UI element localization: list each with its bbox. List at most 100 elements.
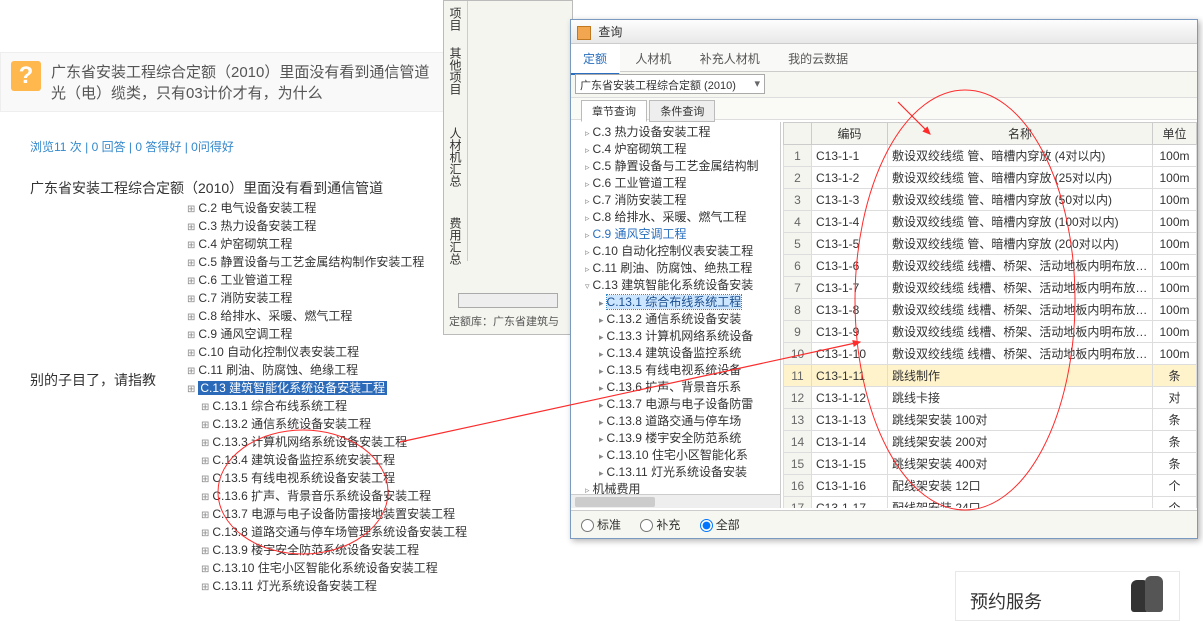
tab-cloud[interactable]: 我的云数据 (776, 44, 861, 73)
qtree-node[interactable]: C.13.4 建筑设备监控系统 (599, 345, 776, 362)
tree-child-node[interactable]: C.13.6 扩声、背景音乐系统设备安装工程 (201, 488, 467, 506)
panel-scrollbar[interactable] (458, 293, 558, 308)
tree-node[interactable]: C.11 刷油、防腐蚀、绝缘工程 (187, 362, 467, 380)
table-row[interactable]: 10C13-1-10敷设双绞线缆 线槽、桥架、活动地板内明布放 (200对以内)… (784, 343, 1197, 365)
radio-supplement[interactable]: 补充 (640, 518, 680, 532)
tree-child-node[interactable]: C.13.11 灯光系统设备安装工程 (201, 578, 467, 596)
qtree-node[interactable]: C.13 建筑智能化系统设备安装 (585, 277, 776, 294)
toolbar: 广东省安装工程综合定额 (2010) (571, 72, 1197, 98)
quota-library-label: 定额库：广东省建筑与 (449, 313, 559, 329)
vt-tab-project[interactable]: 项目 (444, 1, 467, 37)
table-row[interactable]: 4C13-1-4敷设双绞线缆 管、暗槽内穿放 (100对以内)100m (784, 211, 1197, 233)
table-row[interactable]: 6C13-1-6敷设双绞线缆 线槽、桥架、活动地板内明布放 (4对以内)100m (784, 255, 1197, 277)
question-title: 广东省安装工程综合定额（2010）里面没有看到通信管道光（电）缆类，只有03计价… (51, 61, 434, 103)
qtree-node[interactable]: C.3 热力设备安装工程 (585, 124, 776, 141)
radio-all[interactable]: 全部 (700, 518, 740, 532)
tree-node[interactable]: C.6 工业管道工程 (187, 272, 467, 290)
tree-hl-node[interactable]: C.13 建筑智能化系统设备安装工程 (198, 381, 387, 395)
tree-child-node[interactable]: C.13.10 住宅小区智能化系统设备安装工程 (201, 560, 467, 578)
window-titlebar[interactable]: 查询 (571, 20, 1197, 44)
qtree-node[interactable]: C.13.11 灯光系统设备安装 (599, 464, 776, 481)
table-row[interactable]: 1C13-1-1敷设双绞线缆 管、暗槽内穿放 (4对以内)100m (784, 145, 1197, 167)
booking-widget[interactable]: 预约服务 (955, 571, 1180, 621)
booking-label: 预约服务 (970, 588, 1042, 614)
qtree-node[interactable]: C.13.3 计算机网络系统设备 (599, 328, 776, 345)
radio-standard[interactable]: 标准 (581, 518, 621, 532)
person-icon (1131, 576, 1173, 616)
qtree-node[interactable]: C.13.6 扩声、背景音乐系 (599, 379, 776, 396)
tree-child-node[interactable]: C.13.5 有线电视系统设备安装工程 (201, 470, 467, 488)
library-combo[interactable]: 广东省安装工程综合定额 (2010) (575, 74, 765, 94)
qtree-node[interactable]: C.4 炉窑砌筑工程 (585, 141, 776, 158)
tree-node[interactable]: C.4 炉窑砌筑工程 (187, 236, 467, 254)
table-row[interactable]: 17C13-1-17配线架安装 24口个 (784, 497, 1197, 509)
subtab-chapter[interactable]: 章节查询 (581, 100, 647, 122)
table-row[interactable]: 2C13-1-2敷设双绞线缆 管、暗槽内穿放 (25对以内)100m (784, 167, 1197, 189)
tree-child-node[interactable]: C.13.2 通信系统设备安装工程 (201, 416, 467, 434)
tree-child-node[interactable]: C.13.3 计算机网络系统设备安装工程 (201, 434, 467, 452)
qtree-node[interactable]: C.7 消防安装工程 (585, 192, 776, 209)
tree-node[interactable]: C.8 给排水、采暖、燃气工程 (187, 308, 467, 326)
tree-child-node[interactable]: C.13.9 楼宇安全防范系统设备安装工程 (201, 542, 467, 560)
left-category-tree[interactable]: C.2 电气设备安装工程C.3 热力设备安装工程C.4 炉窑砌筑工程C.5 静置… (187, 200, 467, 596)
tree-child-node[interactable]: C.13.8 道路交通与停车场管理系统设备安装工程 (201, 524, 467, 542)
tree-h-scrollbar[interactable] (571, 494, 780, 508)
table-row[interactable]: 12C13-1-12跳线卡接对 (784, 387, 1197, 409)
qtree-node[interactable]: C.8 给排水、采暖、燃气工程 (585, 209, 776, 226)
tree-node[interactable]: C.10 自动化控制仪表安装工程 (187, 344, 467, 362)
question-stats[interactable]: 浏览11 次 | 0 回答 | 0 答得好 | 0问得好 (30, 138, 234, 155)
footer-radio-bar: 标准 补充 全部 (571, 510, 1197, 538)
col-header[interactable]: 单位 (1153, 123, 1197, 145)
col-header[interactable]: 名称 (888, 123, 1153, 145)
table-row[interactable]: 9C13-1-9敷设双绞线缆 线槽、桥架、活动地板内明布放 (100对以内)10… (784, 321, 1197, 343)
table-row[interactable]: 8C13-1-8敷设双绞线缆 线槽、桥架、活动地板内明布放 (50对以内)100… (784, 299, 1197, 321)
tab-supplement[interactable]: 补充人材机 (688, 44, 773, 73)
tree-node[interactable]: C.9 通风空调工程 (187, 326, 467, 344)
vt-tab-other[interactable]: 其他项目 (444, 41, 467, 101)
qtree-node[interactable]: C.13.10 住宅小区智能化系 (599, 447, 776, 464)
vt-tab-fee[interactable]: 费用汇总 (444, 211, 467, 271)
tree-child-node[interactable]: C.13.1 综合布线系统工程 (201, 398, 467, 416)
qtree-node[interactable]: C.13.8 道路交通与停车场 (599, 413, 776, 430)
vt-tab-material[interactable]: 人材机汇总 (444, 121, 467, 193)
question-body-line2: 别的子目了，请指教 (30, 370, 156, 390)
table-row[interactable]: 14C13-1-14跳线架安装 200对条 (784, 431, 1197, 453)
vertical-tool-panel: 项目 其他项目 人材机汇总 费用汇总 定额库：广东省建筑与 (443, 0, 573, 335)
col-header[interactable] (784, 123, 812, 145)
table-row[interactable]: 5C13-1-5敷设双绞线缆 管、暗槽内穿放 (200对以内)100m (784, 233, 1197, 255)
query-window: 查询 定额 人材机 补充人材机 我的云数据 广东省安装工程综合定额 (2010)… (570, 19, 1198, 539)
table-row[interactable]: 15C13-1-15跳线架安装 400对条 (784, 453, 1197, 475)
tab-quota[interactable]: 定额 (571, 44, 620, 75)
qtree-node[interactable]: C.13.1 综合布线系统工程 (599, 294, 776, 311)
qtree-node[interactable]: C.10 自动化控制仪表安装工程 (585, 243, 776, 260)
table-row[interactable]: 13C13-1-13跳线架安装 100对条 (784, 409, 1197, 431)
qtree-node[interactable]: C.13.7 电源与电子设备防雷 (599, 396, 776, 413)
window-icon (577, 26, 591, 40)
subtab-condition[interactable]: 条件查询 (649, 100, 715, 122)
table-row[interactable]: 16C13-1-16配线架安装 12口个 (784, 475, 1197, 497)
table-row[interactable]: 11C13-1-11跳线制作条 (784, 365, 1197, 387)
tree-node[interactable]: C.2 电气设备安装工程 (187, 200, 467, 218)
window-title: 查询 (598, 25, 622, 39)
qtree-node[interactable]: C.9 通风空调工程 (585, 226, 776, 243)
main-tabs: 定额 人材机 补充人材机 我的云数据 (571, 44, 1197, 72)
question-body-line1: 广东省安装工程综合定额（2010）里面没有看到通信管道 (30, 178, 383, 198)
qtree-node[interactable]: C.5 静置设备与工艺金属结构制 (585, 158, 776, 175)
tree-pane[interactable]: C.3 热力设备安装工程C.4 炉窑砌筑工程C.5 静置设备与工艺金属结构制C.… (571, 122, 781, 508)
question-box: ? 广东省安装工程综合定额（2010）里面没有看到通信管道光（电）缆类，只有03… (0, 52, 445, 112)
qtree-node[interactable]: C.13.2 通信系统设备安装 (599, 311, 776, 328)
tree-node[interactable]: C.5 静置设备与工艺金属结构制作安装工程 (187, 254, 467, 272)
table-row[interactable]: 3C13-1-3敷设双绞线缆 管、暗槽内穿放 (50对以内)100m (784, 189, 1197, 211)
qtree-node[interactable]: C.11 刷油、防腐蚀、绝热工程 (585, 260, 776, 277)
table-row[interactable]: 7C13-1-7敷设双绞线缆 线槽、桥架、活动地板内明布放 (25对以内)100… (784, 277, 1197, 299)
tree-child-node[interactable]: C.13.4 建筑设备监控系统安装工程 (201, 452, 467, 470)
tree-node[interactable]: C.3 热力设备安装工程 (187, 218, 467, 236)
qtree-node[interactable]: C.13.5 有线电视系统设备 (599, 362, 776, 379)
tree-child-node[interactable]: C.13.7 电源与电子设备防雷接地装置安装工程 (201, 506, 467, 524)
qtree-node[interactable]: C.13.9 楼宇安全防范系统 (599, 430, 776, 447)
data-grid[interactable]: 编码名称单位1C13-1-1敷设双绞线缆 管、暗槽内穿放 (4对以内)100m2… (783, 122, 1197, 508)
qtree-node[interactable]: C.6 工业管道工程 (585, 175, 776, 192)
tab-material[interactable]: 人材机 (623, 44, 684, 73)
col-header[interactable]: 编码 (812, 123, 888, 145)
tree-node[interactable]: C.7 消防安装工程 (187, 290, 467, 308)
